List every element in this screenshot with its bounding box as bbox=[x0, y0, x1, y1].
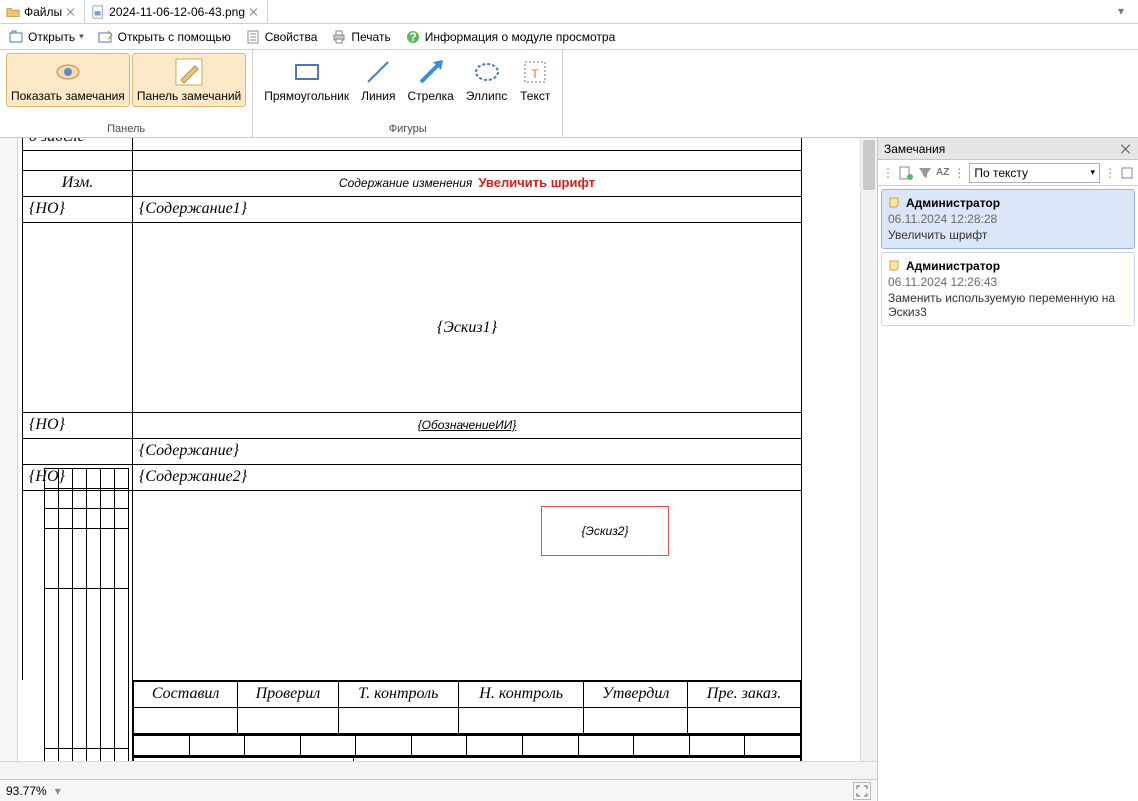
arrow-button[interactable]: Стрелка bbox=[402, 53, 458, 107]
info-icon: ? bbox=[405, 29, 421, 45]
cell: {Содержание2} bbox=[133, 464, 802, 490]
vertical-ruler bbox=[0, 138, 18, 761]
notes-panel-button[interactable]: Панель замечаний bbox=[132, 53, 246, 107]
new-note-icon[interactable] bbox=[898, 165, 914, 181]
horizontal-scrollbar[interactable] bbox=[0, 761, 877, 779]
close-icon[interactable] bbox=[66, 7, 76, 17]
note-message: Заменить используемую переменную на Эски… bbox=[888, 291, 1128, 319]
annotation-text: Увеличить шрифт bbox=[478, 175, 595, 190]
line-icon bbox=[362, 56, 394, 88]
open-button[interactable]: Открыть ▾ bbox=[4, 27, 88, 47]
chevron-down-icon[interactable]: ▾ bbox=[1118, 4, 1132, 18]
ellipse-button[interactable]: Эллипс bbox=[461, 53, 512, 107]
info-button[interactable]: ? Информация о модуле просмотра bbox=[401, 27, 620, 47]
open-with-icon bbox=[98, 29, 114, 45]
cell: {Содержание} bbox=[133, 438, 802, 464]
note-icon bbox=[888, 259, 902, 273]
cell: {Содержание1} bbox=[133, 196, 802, 222]
cell-sketch2: {Эскиз2} bbox=[133, 490, 802, 680]
note-timestamp: 06.11.2024 12:28:28 bbox=[888, 212, 1128, 226]
pencil-icon bbox=[173, 56, 205, 88]
text-button[interactable]: T Текст bbox=[514, 53, 556, 107]
tab-image[interactable]: 2024-11-06-12-06-43.png bbox=[85, 0, 268, 23]
image-file-icon bbox=[91, 5, 105, 19]
line-button[interactable]: Линия bbox=[356, 53, 400, 107]
notes-toolbar: ⋮ AZ ⋮ По тексту ▾ ⋮ bbox=[878, 160, 1138, 186]
cell: о заделе bbox=[23, 138, 133, 150]
close-icon[interactable] bbox=[249, 7, 259, 17]
properties-icon bbox=[245, 29, 261, 45]
svg-text:?: ? bbox=[409, 30, 416, 44]
folder-icon bbox=[6, 5, 20, 19]
rectangle-button[interactable]: Прямоугольник bbox=[259, 53, 354, 107]
note-message: Увеличить шрифт bbox=[888, 228, 1128, 242]
print-button[interactable]: Печать bbox=[327, 27, 394, 47]
close-icon[interactable] bbox=[1120, 143, 1132, 155]
arrow-icon bbox=[415, 56, 447, 88]
properties-button[interactable]: Свойства bbox=[241, 27, 322, 47]
tab-files-label: Файлы bbox=[24, 5, 62, 19]
rectangle-icon bbox=[291, 56, 323, 88]
cell: {НО} bbox=[23, 412, 133, 438]
ribbon-group-caption: Фигуры bbox=[389, 121, 427, 135]
image-viewer: о заделе Изм. Содержание изменения Увели… bbox=[0, 138, 878, 801]
zoom-value: 93.77% bbox=[6, 784, 47, 798]
side-table bbox=[44, 468, 140, 761]
document-canvas[interactable]: о заделе Изм. Содержание изменения Увели… bbox=[22, 138, 860, 761]
notes-panel: Замечания ⋮ AZ ⋮ По тексту ▾ ⋮ Администр… bbox=[878, 138, 1138, 801]
note-icon bbox=[888, 196, 902, 210]
col-content: Содержание изменения Увеличить шрифт bbox=[133, 170, 802, 196]
fit-screen-button[interactable] bbox=[853, 782, 871, 800]
sort-az-icon[interactable]: AZ bbox=[936, 167, 949, 178]
note-timestamp: 06.11.2024 12:26:43 bbox=[888, 275, 1128, 289]
cell-designation: {ОбозначениеИИ} bbox=[133, 412, 802, 438]
text-icon: T bbox=[519, 56, 551, 88]
cell: {НО} bbox=[23, 196, 133, 222]
ribbon: Показать замечания Панель замечаний Пане… bbox=[0, 50, 1138, 138]
cell-sketch1: {Эскиз1} bbox=[133, 222, 802, 412]
svg-text:T: T bbox=[532, 67, 540, 81]
ribbon-group-panel: Показать замечания Панель замечаний Пане… bbox=[0, 50, 253, 137]
tab-files[interactable]: Файлы bbox=[0, 0, 85, 23]
toolbar: Открыть ▾ Открыть с помощью Свойства Печ… bbox=[0, 24, 1138, 50]
panel-title: Замечания bbox=[884, 142, 945, 156]
ellipse-icon bbox=[471, 56, 503, 88]
note-item[interactable]: Администратор 06.11.2024 12:28:28 Увелич… bbox=[881, 189, 1135, 249]
vertical-scrollbar[interactable] bbox=[860, 138, 877, 761]
eye-icon bbox=[52, 56, 84, 88]
ribbon-group-shapes: Прямоугольник Линия Стрелка Эллипс T Тек… bbox=[253, 50, 563, 137]
open-with-button[interactable]: Открыть с помощью bbox=[94, 27, 235, 47]
show-notes-button[interactable]: Показать замечания bbox=[6, 53, 130, 107]
annotation-rectangle[interactable]: {Эскиз2} bbox=[541, 506, 669, 556]
tab-bar: Файлы 2024-11-06-12-06-43.png ▾ bbox=[0, 0, 1138, 24]
filter-icon[interactable] bbox=[918, 166, 932, 180]
note-item[interactable]: Администратор 06.11.2024 12:26:43 Замени… bbox=[881, 252, 1135, 326]
status-bar: 93.77% ▾ bbox=[0, 779, 877, 801]
ribbon-group-caption: Панель bbox=[107, 121, 145, 135]
options-icon[interactable] bbox=[1120, 166, 1134, 180]
panel-title-bar: Замечания bbox=[878, 138, 1138, 160]
open-icon bbox=[8, 29, 24, 45]
tab-image-label: 2024-11-06-12-06-43.png bbox=[109, 5, 245, 19]
print-icon bbox=[331, 29, 347, 45]
col-izm: Изм. bbox=[23, 170, 133, 196]
sort-select[interactable]: По тексту ▾ bbox=[969, 163, 1100, 183]
